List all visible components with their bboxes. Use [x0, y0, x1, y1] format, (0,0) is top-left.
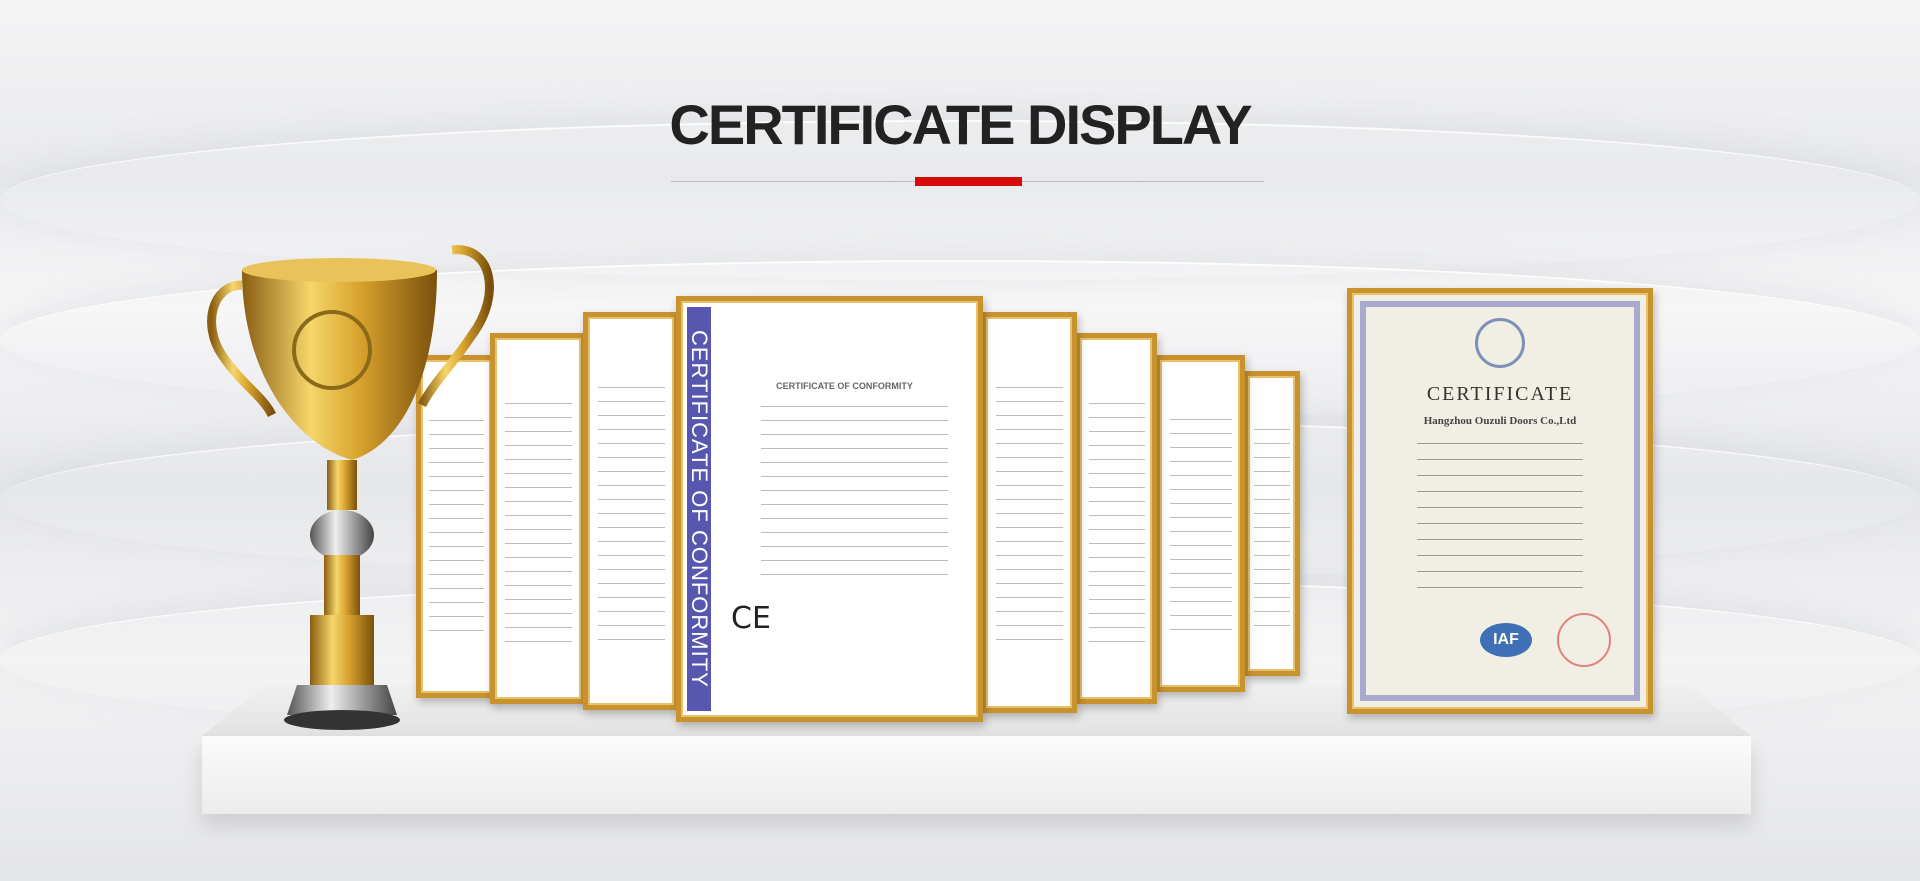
iso-certificate: CERTIFICATE Hangzhou Ouzuli Doors Co.,Lt… [1347, 288, 1653, 714]
certificate-heading: CERTIFICATE OF CONFORMITY [776, 381, 913, 391]
ce-mark: CE [731, 601, 771, 636]
certificate-thumbnail [981, 312, 1077, 713]
ce-conformity-certificate: CERTIFICATE OF CONFORMITY CERTIFICATE OF… [676, 296, 983, 722]
display-shelf [202, 736, 1751, 814]
certificate-heading: CERTIFICATE [1426, 383, 1574, 405]
certificate-thumbnail [1243, 371, 1300, 676]
certificate-side-label: CERTIFICATE OF CONFORMITY [687, 307, 712, 711]
title-accent-bar [915, 177, 1022, 186]
stamp-icon [1557, 613, 1611, 667]
company-name: Hangzhou Ouzuli Doors Co.,Ltd [1423, 415, 1577, 427]
iaf-badge: IAF [1480, 623, 1532, 657]
page-title: CERTIFICATE DISPLAY [669, 93, 1252, 156]
seal-icon [1475, 318, 1525, 368]
certificate-thumbnail [1155, 355, 1245, 692]
certificate-thumbnail [1075, 333, 1157, 704]
certificate-thumbnail [583, 312, 679, 710]
certificate-thumbnail [490, 333, 586, 704]
trophy-icon [207, 245, 494, 730]
